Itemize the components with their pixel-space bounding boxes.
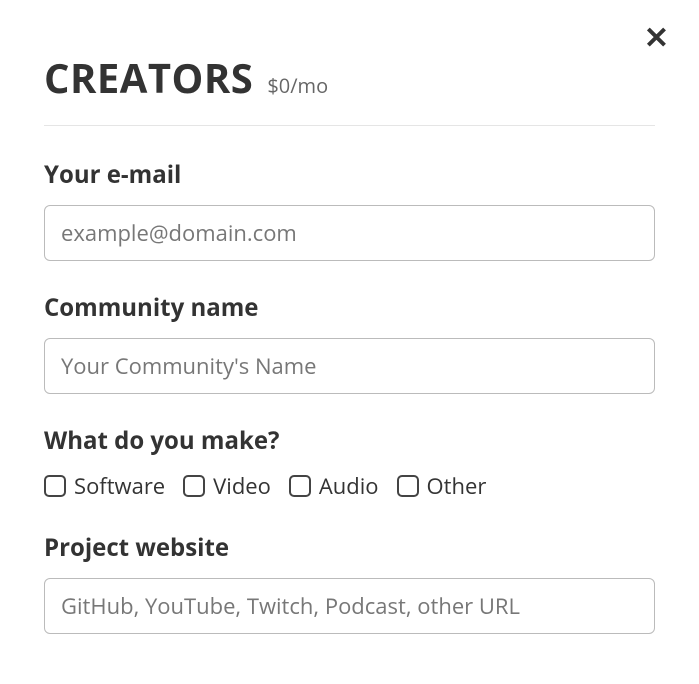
make-label: What do you make?: [44, 424, 655, 457]
community-field[interactable]: [44, 338, 655, 394]
close-icon: ✕: [644, 22, 669, 55]
checkbox-software-label: Software: [74, 471, 165, 501]
checkbox-other-label: Other: [427, 471, 487, 501]
checkbox-video-label: Video: [213, 471, 271, 501]
website-label: Project website: [44, 531, 655, 564]
email-label: Your e-mail: [44, 158, 655, 191]
website-group: Project website: [44, 531, 655, 634]
website-field[interactable]: [44, 578, 655, 634]
checkbox-box-icon: [397, 475, 419, 497]
form-header: CREATORS $0/mo: [44, 50, 655, 105]
checkbox-box-icon: [183, 475, 205, 497]
close-button[interactable]: ✕: [644, 24, 669, 54]
make-group: What do you make? Software Video Audio O…: [44, 424, 655, 501]
community-group: Community name: [44, 291, 655, 394]
checkbox-video[interactable]: Video: [183, 471, 271, 501]
community-label: Community name: [44, 291, 655, 324]
checkbox-audio-label: Audio: [319, 471, 379, 501]
price-badge: $0/mo: [267, 72, 328, 99]
checkbox-software[interactable]: Software: [44, 471, 165, 501]
checkbox-other[interactable]: Other: [397, 471, 487, 501]
form-container: CREATORS $0/mo Your e-mail Community nam…: [0, 0, 699, 684]
checkbox-box-icon: [44, 475, 66, 497]
checkbox-box-icon: [289, 475, 311, 497]
checkbox-audio[interactable]: Audio: [289, 471, 379, 501]
make-options: Software Video Audio Other: [44, 471, 655, 501]
page-title: CREATORS: [44, 50, 253, 105]
email-group: Your e-mail: [44, 158, 655, 261]
header-divider: [44, 125, 655, 126]
email-field[interactable]: [44, 205, 655, 261]
